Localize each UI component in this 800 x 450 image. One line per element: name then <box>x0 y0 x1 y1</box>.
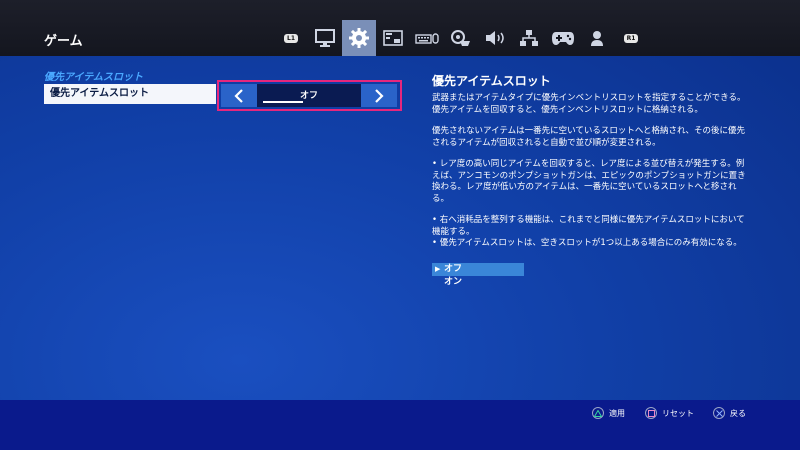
tab-hud[interactable] <box>376 20 410 56</box>
value-indicator-bar <box>263 101 303 103</box>
option-on[interactable]: オン <box>432 276 524 289</box>
audio-icon <box>486 31 504 45</box>
tab-game[interactable] <box>342 20 376 56</box>
description-paragraph: 武器またはアイテムタイプに優先インベントリスロットを指定することができる。優先ア… <box>432 93 746 115</box>
hint-label: 戻る <box>730 408 746 418</box>
top-bar: ゲーム L1 R1 <box>0 0 800 56</box>
description-paragraph: • 右へ消耗品を整列する機能は、これまでと同様に優先アイテムスロットにおいて機能… <box>432 215 745 248</box>
chevron-right-icon <box>375 88 384 103</box>
tab-audio[interactable] <box>478 20 512 56</box>
option-off[interactable]: ▶ オフ <box>432 263 524 276</box>
controller-settings-icon <box>451 30 470 46</box>
r1-bumper-icon[interactable]: R1 <box>614 20 648 56</box>
triangle-button-icon <box>592 407 604 419</box>
gear-icon <box>349 28 369 48</box>
monitor-icon <box>315 29 335 47</box>
square-button-icon <box>645 407 657 419</box>
option-label: オフ <box>444 264 463 274</box>
hint-label: 適用 <box>609 408 625 418</box>
description-paragraph: • レア度の高い同じアイテムを回収すると、レア度による並び替えが発生する。例えば… <box>432 159 746 204</box>
chevron-left-icon <box>234 88 243 103</box>
r1-bumper-label: R1 <box>624 33 638 43</box>
next-value-button[interactable] <box>361 84 397 107</box>
tab-video[interactable] <box>308 20 342 56</box>
tab-gamepad[interactable] <box>546 20 580 56</box>
hint-reset[interactable]: リセット <box>645 407 694 419</box>
hint-back[interactable]: 戻る <box>713 407 746 419</box>
current-value: オフ <box>299 91 318 101</box>
option-label: オン <box>444 277 463 287</box>
description-panel: 優先アイテムスロット 武器またはアイテムタイプに優先インベントリスロットを指定す… <box>432 72 752 260</box>
option-list: ▶ オフ オン <box>432 263 524 289</box>
cross-button-icon <box>713 407 725 419</box>
hud-icon <box>383 30 403 46</box>
previous-value-button[interactable] <box>221 84 257 107</box>
page-title: ゲーム <box>44 34 83 49</box>
account-icon <box>591 31 603 46</box>
tab-network[interactable] <box>512 20 546 56</box>
network-icon <box>520 30 538 46</box>
description-title: 優先アイテムスロット <box>432 74 551 88</box>
settings-tabs: L1 R1 <box>274 20 648 56</box>
tab-account[interactable] <box>580 20 614 56</box>
keyboard-mouse-icon <box>415 33 439 44</box>
setting-row-label[interactable]: 優先アイテムスロット <box>44 84 216 104</box>
gamepad-icon <box>552 32 574 45</box>
tab-keyboard-mouse[interactable] <box>410 20 444 56</box>
hint-label: リセット <box>662 408 694 418</box>
description-paragraph: 優先されないアイテムは一番先に空いているスロットへと格納され、その後に優先される… <box>432 126 746 148</box>
hint-apply[interactable]: 適用 <box>592 407 625 419</box>
tab-controller[interactable] <box>444 20 478 56</box>
l1-bumper-icon[interactable]: L1 <box>274 20 308 56</box>
section-title: 優先アイテムスロット <box>44 72 143 83</box>
value-selector[interactable]: オフ <box>221 84 397 107</box>
l1-bumper-label: L1 <box>284 33 298 43</box>
caret-right-icon: ▶ <box>435 265 441 273</box>
